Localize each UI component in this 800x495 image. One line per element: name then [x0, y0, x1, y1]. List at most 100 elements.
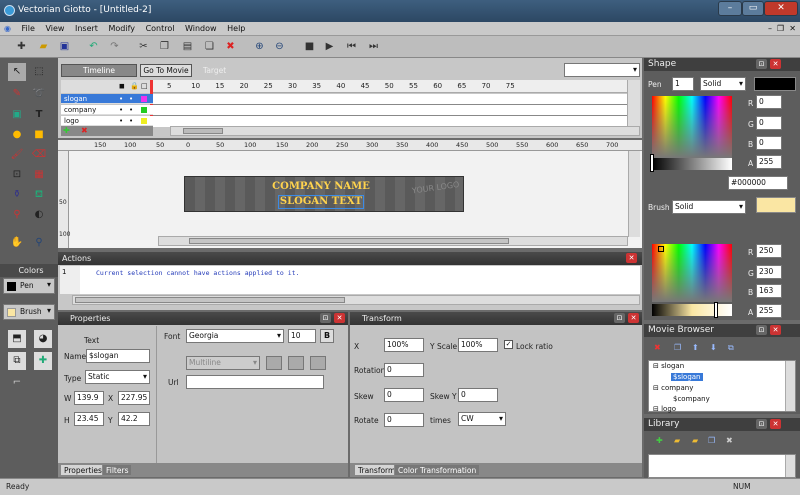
url-input[interactable] — [186, 375, 324, 389]
timeline-hscroll[interactable] — [170, 126, 640, 136]
transform-close-icon[interactable]: ✕ — [628, 313, 639, 323]
type-select[interactable]: Static — [85, 370, 150, 384]
mb-duplicate-icon[interactable]: ❐ — [674, 343, 681, 352]
brush-r-input[interactable]: 250 — [756, 244, 782, 258]
save-icon[interactable]: ▣ — [57, 39, 72, 54]
font-select[interactable]: Georgia — [186, 329, 284, 343]
transform-tool-icon[interactable]: ⊡ — [8, 166, 26, 184]
ink-bottle-icon[interactable]: ⚱ — [8, 186, 26, 204]
lib-props-icon[interactable]: ❐ — [708, 436, 715, 445]
hand-tool-icon[interactable]: ✋ — [8, 234, 26, 252]
skew-input[interactable]: 0 — [384, 388, 424, 402]
undo-icon[interactable]: ↶ — [86, 39, 101, 54]
y-scale-input[interactable]: 100% — [458, 338, 498, 352]
tree-logo[interactable]: ⊟ logo — [653, 405, 676, 413]
smooth-icon[interactable]: ✚ — [34, 352, 52, 370]
copy-icon[interactable]: ❐ — [157, 39, 172, 54]
stage-hscroll[interactable] — [158, 236, 628, 246]
close-button[interactable]: ✕ — [764, 1, 798, 16]
brush-b-input[interactable]: 163 — [756, 284, 782, 298]
lock-icon[interactable]: 🔒 — [130, 82, 139, 90]
scale-x-input[interactable]: 100% — [384, 338, 424, 352]
movie-browser-close-icon[interactable]: ✕ — [770, 325, 781, 335]
w-input[interactable]: 139.9 — [74, 391, 104, 405]
delete-layer-icon[interactable]: ✖ — [81, 126, 88, 135]
outline-icon[interactable]: □ — [141, 82, 148, 90]
stage-vscroll[interactable] — [628, 151, 640, 237]
shape-close-icon[interactable]: ✕ — [770, 59, 781, 69]
align-right-icon[interactable] — [310, 356, 326, 370]
eye-icon[interactable]: ◼ — [119, 82, 125, 90]
bold-button[interactable]: B — [320, 329, 334, 343]
paint-bucket-icon[interactable]: ⛾ — [30, 186, 48, 204]
pen-style-select[interactable]: Solid — [700, 77, 746, 91]
library-close-icon[interactable]: ✕ — [770, 419, 781, 429]
stop-icon[interactable]: ■ — [302, 39, 317, 54]
skew-y-input[interactable]: 0 — [458, 388, 498, 402]
pen-color-swatch[interactable] — [754, 77, 796, 91]
text-tool-icon[interactable]: T — [30, 106, 48, 124]
multiline-select[interactable]: Multiline — [186, 356, 260, 370]
mdi-restore-icon[interactable]: ❐ — [777, 22, 784, 36]
pen-color-spectrum[interactable] — [652, 96, 732, 158]
cut-icon[interactable]: ✂ — [136, 39, 151, 54]
brush-color-swatch[interactable] — [756, 197, 796, 213]
movie-browser-pin-icon[interactable]: ⊡ — [756, 325, 767, 335]
pen-luminance-handle[interactable] — [650, 154, 654, 172]
properties-pin-icon[interactable]: ⊡ — [320, 313, 331, 323]
pen-a-input[interactable]: 255 — [756, 155, 782, 169]
lib-folder-icon[interactable]: ▰ — [674, 436, 680, 445]
zoom-tool-icon[interactable]: ⚲ — [30, 234, 48, 252]
target-select[interactable] — [564, 63, 640, 77]
transform-pin-icon[interactable]: ⊡ — [614, 313, 625, 323]
add-layer-icon[interactable]: ✚ — [63, 126, 70, 135]
tab-timeline[interactable]: Timeline — [61, 64, 137, 77]
rotation-input[interactable]: 0 — [384, 363, 424, 377]
tree-company-child[interactable]: $company — [673, 395, 710, 403]
shape-pin-icon[interactable]: ⊡ — [756, 59, 767, 69]
brush-luminance-handle[interactable] — [714, 302, 718, 318]
tree-slogan-child[interactable]: $slogan — [671, 373, 703, 381]
menu-window[interactable]: Window — [185, 22, 217, 36]
brush-color-dropdown[interactable]: Brush ▾ — [3, 304, 55, 320]
lib-import-icon[interactable]: ▰ — [692, 436, 698, 445]
menu-control[interactable]: Control — [146, 22, 175, 36]
banner-graphic[interactable]: COMPANY NAME SLOGAN TEXT YOUR LOGO — [184, 176, 464, 212]
eyedropper-icon[interactable]: ⚲ — [8, 206, 26, 224]
pen-g-input[interactable]: 0 — [756, 116, 782, 130]
image-tool-icon[interactable]: ▣ — [8, 106, 26, 124]
brush-spectrum-cursor[interactable] — [658, 246, 664, 252]
menu-help[interactable]: Help — [227, 22, 245, 36]
eraser-tool-icon[interactable]: ⌫ — [30, 146, 48, 164]
brush-luminance-bar[interactable] — [652, 304, 732, 316]
minimize-button[interactable]: – — [718, 1, 742, 16]
layer-slogan[interactable]: slogan • • — [61, 94, 153, 104]
mb-delete-icon[interactable]: ✖ — [654, 343, 661, 352]
company-name-text[interactable]: COMPANY NAME — [271, 181, 371, 192]
h-input[interactable]: 23.45 — [74, 412, 104, 426]
tree-slogan[interactable]: ⊟ slogan — [653, 362, 684, 370]
pen-r-input[interactable]: 0 — [756, 95, 782, 109]
menu-modify[interactable]: Modify — [109, 22, 136, 36]
tree-company[interactable]: ⊟ company — [653, 384, 693, 392]
properties-close-icon[interactable]: ✕ — [334, 313, 345, 323]
menu-file[interactable]: File — [22, 22, 35, 36]
ellipse-tool-icon[interactable]: ● — [8, 126, 26, 144]
align-center-icon[interactable] — [288, 356, 304, 370]
duplicate-icon[interactable]: ❏ — [202, 39, 217, 54]
y-input[interactable]: 42.2 — [118, 412, 150, 426]
gradient-tool-icon[interactable]: ▦ — [30, 166, 48, 184]
layer-logo[interactable]: logo • • — [61, 116, 153, 126]
pen-luminance-bar[interactable] — [652, 158, 732, 170]
rectangle-tool-icon[interactable]: ■ — [30, 126, 48, 144]
lasso-tool-icon[interactable]: ➰ — [30, 85, 48, 103]
mdi-close-icon[interactable]: ✕ — [789, 22, 796, 36]
zoom-in-icon[interactable]: ⊕ — [252, 39, 267, 54]
mb-group-icon[interactable]: ⧉ — [728, 343, 734, 353]
tab-color-transformation[interactable]: Color Transformation — [394, 464, 481, 476]
menu-insert[interactable]: Insert — [75, 22, 98, 36]
lock-ratio-checkbox[interactable]: ✓ — [504, 340, 513, 349]
swap-colors-icon[interactable]: ⬒ — [8, 330, 26, 348]
paste-icon[interactable]: ▤ — [180, 39, 195, 54]
brush-style-select[interactable]: Solid — [672, 200, 746, 214]
